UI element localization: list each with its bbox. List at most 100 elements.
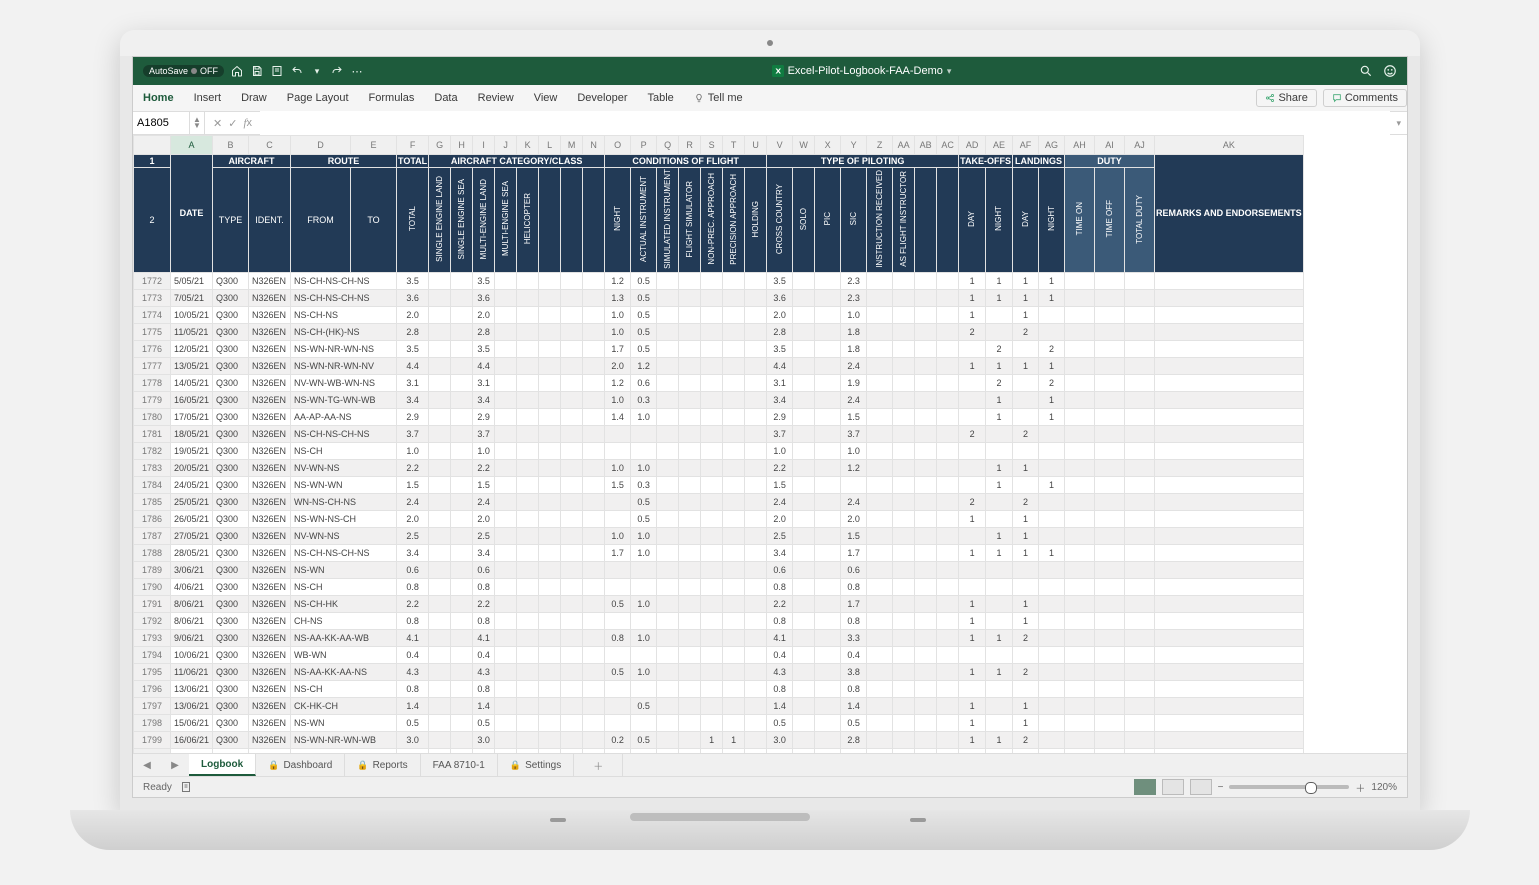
cell[interactable] <box>1065 289 1095 306</box>
cell[interactable] <box>867 425 893 442</box>
cell[interactable]: 0.6 <box>631 374 657 391</box>
cell[interactable]: 0.5 <box>631 731 657 748</box>
cell[interactable]: 11/05/21 <box>171 323 213 340</box>
cell[interactable] <box>429 544 451 561</box>
row-header[interactable]: 1795 <box>134 663 171 680</box>
cell[interactable] <box>1095 663 1125 680</box>
cell[interactable] <box>679 391 701 408</box>
cell[interactable]: 3.1 <box>397 374 429 391</box>
cell[interactable]: Q300 <box>213 289 249 306</box>
cell[interactable]: 1 <box>1039 289 1065 306</box>
cell[interactable]: Q300 <box>213 629 249 646</box>
cell[interactable] <box>583 306 605 323</box>
cell[interactable] <box>1065 680 1095 697</box>
cell[interactable]: 1.5 <box>397 476 429 493</box>
cell[interactable] <box>937 646 959 663</box>
cell[interactable] <box>561 476 583 493</box>
column-header[interactable]: AK <box>1155 136 1304 155</box>
cell[interactable] <box>539 595 561 612</box>
cell[interactable] <box>1065 408 1095 425</box>
ribbon-tab-data[interactable]: Data <box>424 85 467 111</box>
cell[interactable]: 0.3 <box>631 391 657 408</box>
qat-more-icon[interactable]: ⋯ <box>350 64 364 78</box>
cell[interactable] <box>793 510 815 527</box>
row-header[interactable]: 1787 <box>134 527 171 544</box>
cell[interactable] <box>815 272 841 289</box>
cell[interactable] <box>915 510 937 527</box>
cell[interactable] <box>723 272 745 289</box>
cell[interactable] <box>915 425 937 442</box>
cell[interactable] <box>937 612 959 629</box>
cell[interactable] <box>915 595 937 612</box>
cell[interactable] <box>723 306 745 323</box>
cell[interactable] <box>583 544 605 561</box>
cell[interactable] <box>793 646 815 663</box>
sheet-tab-faa-8710-1[interactable]: FAA 8710-1 <box>421 754 498 776</box>
cell[interactable] <box>745 476 767 493</box>
document-title[interactable]: Excel-Pilot-Logbook-FAA-Demo <box>788 65 943 77</box>
cell[interactable]: 0.8 <box>605 629 631 646</box>
cell[interactable] <box>561 578 583 595</box>
cell[interactable]: NS-WN-NR-WN-NV <box>291 357 397 374</box>
cell[interactable] <box>495 391 517 408</box>
cell[interactable] <box>517 357 539 374</box>
sheet-tab-reports[interactable]: 🔒Reports <box>345 754 420 776</box>
cell[interactable] <box>815 510 841 527</box>
cell[interactable]: 2.2 <box>397 459 429 476</box>
cell[interactable]: Q300 <box>213 527 249 544</box>
cell[interactable]: 3.4 <box>397 391 429 408</box>
cell[interactable] <box>937 459 959 476</box>
cell[interactable] <box>1065 374 1095 391</box>
cell[interactable] <box>1039 578 1065 595</box>
cell[interactable] <box>657 391 679 408</box>
cell[interactable] <box>893 357 915 374</box>
cell[interactable] <box>583 663 605 680</box>
cell[interactable]: 0.5 <box>767 714 793 731</box>
cell[interactable] <box>429 425 451 442</box>
cell[interactable]: Q300 <box>213 476 249 493</box>
cell[interactable]: 2.2 <box>397 595 429 612</box>
cell[interactable] <box>867 595 893 612</box>
cell[interactable]: 3.4 <box>397 544 429 561</box>
cell[interactable] <box>429 646 451 663</box>
cell[interactable]: 2 <box>986 340 1013 357</box>
cell[interactable] <box>517 714 539 731</box>
view-normal-button[interactable] <box>1134 779 1156 795</box>
cell[interactable] <box>1039 680 1065 697</box>
cell[interactable]: 1.5 <box>767 476 793 493</box>
cell[interactable]: 1 <box>1013 714 1039 731</box>
cell[interactable] <box>495 272 517 289</box>
cell[interactable] <box>1095 391 1125 408</box>
cell[interactable]: 4.1 <box>767 629 793 646</box>
cell[interactable] <box>915 731 937 748</box>
cell[interactable] <box>539 357 561 374</box>
cell[interactable]: 16/05/21 <box>171 391 213 408</box>
cell[interactable] <box>1095 476 1125 493</box>
cell[interactable] <box>657 357 679 374</box>
cell[interactable] <box>539 425 561 442</box>
cell[interactable]: Q300 <box>213 748 249 753</box>
cell[interactable]: 1.7 <box>841 595 867 612</box>
cell[interactable]: NS-CH-NS-CH-NS <box>291 544 397 561</box>
cell[interactable] <box>815 544 841 561</box>
cell[interactable] <box>723 561 745 578</box>
cell[interactable] <box>561 272 583 289</box>
cell[interactable] <box>745 340 767 357</box>
cell[interactable] <box>937 357 959 374</box>
cell[interactable]: 1.0 <box>631 629 657 646</box>
cell[interactable]: 1 <box>959 357 986 374</box>
cell[interactable] <box>561 561 583 578</box>
cell[interactable] <box>815 306 841 323</box>
cell[interactable]: 1 <box>723 748 745 753</box>
cell[interactable] <box>915 340 937 357</box>
cell[interactable] <box>631 646 657 663</box>
cell[interactable] <box>1039 442 1065 459</box>
cell[interactable]: 0.8 <box>397 612 429 629</box>
column-header[interactable]: Q <box>657 136 679 155</box>
cell[interactable]: 1 <box>986 544 1013 561</box>
cell[interactable] <box>745 561 767 578</box>
row-header[interactable]: 1776 <box>134 340 171 357</box>
cell[interactable]: 0.6 <box>397 561 429 578</box>
cell[interactable] <box>1013 340 1039 357</box>
cell[interactable]: 2.1 <box>841 748 867 753</box>
